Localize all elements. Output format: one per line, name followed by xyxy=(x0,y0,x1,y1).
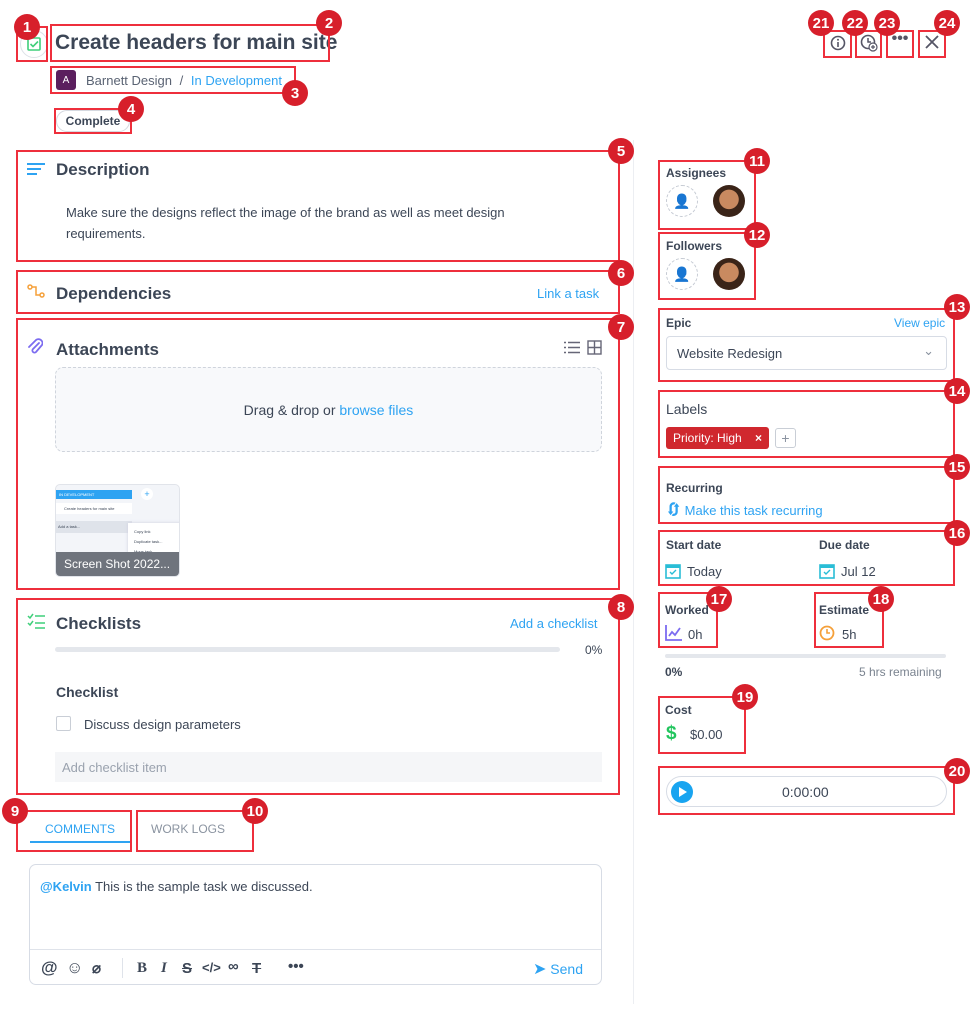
annotation-box xyxy=(658,160,756,230)
mention[interactable]: @Kelvin xyxy=(40,879,92,894)
toolbar-separator xyxy=(122,958,123,978)
annotation-box xyxy=(658,696,746,754)
italic-icon[interactable]: I xyxy=(161,960,167,977)
annotation-badge: 23 xyxy=(874,10,900,36)
annotation-badge: 1 xyxy=(14,14,40,40)
bold-icon[interactable]: B xyxy=(137,960,147,977)
annotation-badge: 24 xyxy=(934,10,960,36)
annotation-box xyxy=(658,308,955,382)
annotation-box xyxy=(16,598,620,795)
send-button[interactable]: ➤ Send xyxy=(533,959,583,979)
more-format-icon[interactable]: ••• xyxy=(288,958,304,975)
emoji-icon[interactable]: ☺ xyxy=(66,958,83,978)
mention-icon[interactable]: @ xyxy=(41,958,58,978)
send-icon: ➤ xyxy=(533,961,547,978)
annotation-badge: 2 xyxy=(316,10,342,36)
annotation-box xyxy=(658,466,955,524)
remaining-label: 5 hrs remaining xyxy=(859,665,942,679)
comment-editor[interactable]: @Kelvin This is the sample task we discu… xyxy=(29,864,602,985)
annotation-box xyxy=(658,232,756,300)
annotation-box xyxy=(16,150,620,262)
annotation-badge: 20 xyxy=(944,758,970,784)
code-icon[interactable]: </> xyxy=(202,960,221,975)
annotation-box xyxy=(658,766,955,815)
link-icon[interactable]: ∞ xyxy=(228,958,239,975)
annotation-badge: 10 xyxy=(242,798,268,824)
annotation-badge: 6 xyxy=(608,260,634,286)
editor-toolbar-divider xyxy=(30,949,601,950)
annotation-badge: 13 xyxy=(944,294,970,320)
annotation-badge: 3 xyxy=(282,80,308,106)
annotation-badge: 22 xyxy=(842,10,868,36)
annotation-badge: 11 xyxy=(744,148,770,174)
annotation-box xyxy=(50,24,330,62)
time-progress-label: 0% xyxy=(665,665,683,679)
annotation-badge: 19 xyxy=(732,684,758,710)
annotation-badge: 18 xyxy=(868,586,894,612)
annotation-badge: 9 xyxy=(2,798,28,824)
annotation-box xyxy=(50,66,296,94)
annotation-badge: 16 xyxy=(944,520,970,546)
annotation-badge: 12 xyxy=(744,222,770,248)
annotation-badge: 7 xyxy=(608,314,634,340)
annotation-badge: 8 xyxy=(608,594,634,620)
annotation-badge: 15 xyxy=(944,454,970,480)
annotation-box xyxy=(658,530,955,586)
annotation-badge: 17 xyxy=(706,586,732,612)
annotation-badge: 4 xyxy=(118,96,144,122)
annotation-box xyxy=(16,810,132,852)
comment-body: This is the sample task we discussed. xyxy=(91,879,313,894)
send-label: Send xyxy=(550,961,583,977)
time-progress-bar xyxy=(665,654,946,658)
annotation-box xyxy=(16,270,620,314)
strikethrough-icon[interactable]: S xyxy=(182,960,192,977)
annotation-badge: 21 xyxy=(808,10,834,36)
annotation-box xyxy=(658,390,955,458)
attach-icon[interactable]: ⌀ xyxy=(92,959,101,977)
annotation-box xyxy=(16,318,620,590)
annotation-badge: 14 xyxy=(944,378,970,404)
comment-text[interactable]: @Kelvin This is the sample task we discu… xyxy=(40,879,313,894)
clear-format-icon[interactable]: T xyxy=(252,960,261,977)
annotation-badge: 5 xyxy=(608,138,634,164)
annotation-box xyxy=(136,810,254,852)
